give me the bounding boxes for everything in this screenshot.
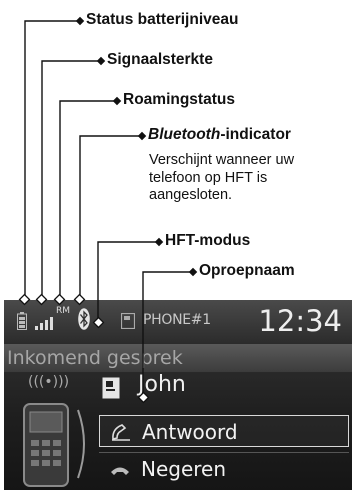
- callout-bluetooth-italic: Bluetooth: [148, 126, 221, 143]
- contact-icon: [102, 377, 120, 399]
- roaming-indicator: RM: [56, 306, 71, 316]
- bluetooth-icon: [78, 308, 90, 330]
- callout-bluetooth-indicator: Bluetooth-indicator: [148, 126, 291, 144]
- signal-strength-icon: [35, 317, 53, 330]
- status-bar: RM PHONE#1 12:34: [4, 300, 352, 344]
- ignore-label: Negeren: [141, 457, 227, 481]
- callout-signal-strength: Signaalsterkte: [107, 51, 213, 68]
- answer-call-icon: [112, 424, 130, 441]
- hang-up-icon: [111, 467, 129, 475]
- ringing-waves-icon: (((•))): [28, 374, 70, 390]
- ignore-button[interactable]: Negeren: [99, 452, 349, 484]
- bluetooth-note-line: aangesloten.: [149, 187, 233, 203]
- active-phone-label: PHONE#1: [143, 312, 211, 328]
- answer-label: Antwoord: [142, 420, 238, 444]
- phone-book-icon: [121, 313, 135, 329]
- bluetooth-note-line: telefoon op HFT is: [149, 169, 268, 186]
- caller-name: John: [138, 372, 186, 397]
- battery-icon: [17, 312, 27, 330]
- bluetooth-note-line: Verschijnt wanneer uw: [149, 152, 295, 168]
- clock: 12:34: [258, 304, 342, 338]
- bluetooth-note: Verschijnt wanneer uw telefoon op HFT is…: [149, 152, 294, 205]
- callout-caller-name: Oproepnaam: [199, 262, 295, 279]
- callout-roaming-status: Roamingstatus: [123, 91, 235, 108]
- callout-hft-mode: HFT-modus: [165, 232, 251, 249]
- answer-button[interactable]: Antwoord: [99, 415, 349, 447]
- callout-bluetooth-suffix: -indicator: [220, 126, 291, 143]
- phone-display-screen: RM PHONE#1 12:34 Inkomend gesprek (((•))…: [4, 300, 352, 490]
- incoming-call-header: Inkomend gesprek: [4, 344, 352, 372]
- mobile-phone-icon: [23, 403, 85, 487]
- callout-battery-status: Status batterijniveau: [86, 11, 239, 28]
